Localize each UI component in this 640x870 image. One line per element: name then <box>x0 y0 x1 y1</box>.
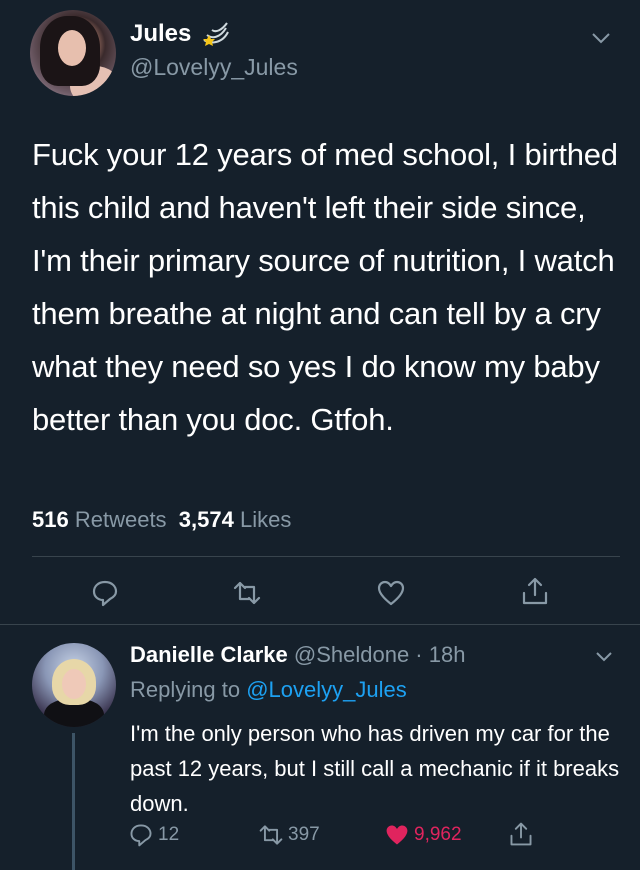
tweet-detail-screen: Jules @Lovelyy_Jules Fuck your 12 years … <box>0 0 640 870</box>
retweet-icon[interactable] <box>232 578 262 608</box>
reply-reply-button[interactable]: 12 <box>128 820 179 850</box>
retweet-count: 397 <box>288 824 320 845</box>
reply-text: I'm the only person who has driven my ca… <box>130 721 620 816</box>
reply-header: Danielle Clarke @Sheldone · 18h <box>130 642 465 668</box>
tweet-stats: 516 Retweets 3,574 Likes <box>32 507 291 533</box>
author-name[interactable]: Jules <box>130 20 191 48</box>
replying-to: Replying to @Lovelyy_Jules <box>130 677 407 703</box>
retweet-icon <box>259 825 283 845</box>
reply-author-handle[interactable]: @Sheldone <box>294 642 409 667</box>
avatar[interactable] <box>30 10 116 96</box>
retweets-count[interactable]: 516 <box>32 507 69 532</box>
chevron-down-icon[interactable] <box>594 650 614 664</box>
share-icon[interactable] <box>508 820 534 848</box>
thread-line <box>72 733 75 870</box>
separator-dot: · <box>409 642 429 667</box>
reply-retweet-button[interactable]: 397 <box>258 820 320 850</box>
reply-like-button[interactable]: 9,962 <box>384 820 462 850</box>
divider <box>32 556 620 557</box>
like-count: 9,962 <box>414 824 462 845</box>
reply-author-name[interactable]: Danielle Clarke <box>130 642 288 667</box>
likes-count[interactable]: 3,574 <box>179 507 234 532</box>
avatar[interactable] <box>32 643 116 727</box>
like-filled-icon <box>386 825 408 845</box>
reply-icon[interactable] <box>90 578 120 608</box>
tweet-text: Fuck your 12 years of med school, I birt… <box>32 137 618 437</box>
main-tweet-header: Jules @Lovelyy_Jules <box>0 0 640 110</box>
reply-timestamp[interactable]: 18h <box>429 642 466 667</box>
likes-label[interactable]: Likes <box>240 507 291 532</box>
comet-icon <box>203 22 229 46</box>
replying-to-label: Replying to <box>130 677 241 702</box>
chevron-down-icon[interactable] <box>590 30 612 46</box>
replying-to-handle[interactable]: @Lovelyy_Jules <box>246 677 407 702</box>
author-handle[interactable]: @Lovelyy_Jules <box>130 54 298 81</box>
retweets-label[interactable]: Retweets <box>75 507 167 532</box>
share-icon[interactable] <box>520 576 550 606</box>
reply-icon <box>130 824 152 847</box>
reply-count: 12 <box>158 824 180 845</box>
like-icon[interactable] <box>376 578 406 608</box>
divider <box>0 624 640 625</box>
